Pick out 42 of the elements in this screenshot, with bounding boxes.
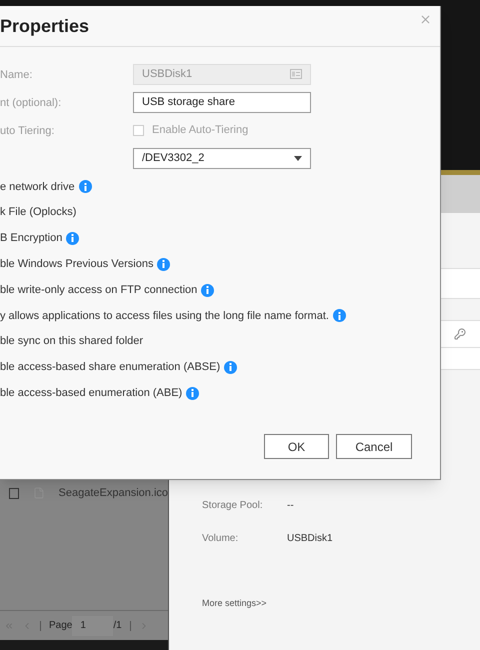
detail-value: USBDisk1 <box>287 532 334 546</box>
dialog-button[interactable]: OK <box>264 434 329 459</box>
field-value: USBDisk1 <box>142 66 194 82</box>
text-field[interactable]: USB storage share <box>133 92 311 112</box>
close-icon[interactable] <box>419 13 432 26</box>
page-total: /1 <box>113 619 122 633</box>
key-icon <box>454 328 466 340</box>
info-icon[interactable] <box>201 284 214 297</box>
option-label: ble write-only access on FTP connection <box>0 282 198 298</box>
option-label: k File (Oplocks) <box>0 205 76 220</box>
option-label: ble sync on this shared folder <box>0 334 144 350</box>
dialog-title: Properties <box>0 14 90 38</box>
option-label: e network drive <box>0 180 75 195</box>
info-icon[interactable] <box>66 232 80 245</box>
option-label: y allows applications to access files using the long file name format. <box>0 308 329 324</box>
detail-label: Volume: <box>202 532 240 546</box>
info-icon[interactable] <box>224 360 238 374</box>
field-label: Name: <box>0 69 32 81</box>
file-name: SeagateExpansion.ico <box>58 486 168 501</box>
page-field[interactable]: 1 <box>72 616 114 636</box>
info-icon[interactable] <box>332 309 346 322</box>
page-label: Page <box>49 619 72 633</box>
info-icon[interactable] <box>186 386 200 400</box>
info-icon[interactable] <box>157 258 170 271</box>
field-label: nt (optional): <box>0 97 62 109</box>
detail-value: -- <box>287 499 295 513</box>
id-card-icon <box>290 69 302 79</box>
file-icon <box>32 486 45 500</box>
caret-icon <box>294 156 302 160</box>
info-icon[interactable] <box>78 180 92 194</box>
option-label: ble access-based share enumeration (ABSE) <box>0 360 220 376</box>
checkbox-label: Enable Auto-Tiering <box>152 122 248 138</box>
option-label: B Encryption <box>0 231 62 246</box>
detail-label: Storage Pool: <box>202 499 264 513</box>
option-label: ble access-based enumeration (ABE) <box>0 386 182 402</box>
option-label: ble Windows Previous Versions <box>0 257 154 272</box>
dialog-button[interactable]: Cancel <box>336 434 412 459</box>
dropdown[interactable]: /DEV3302_2 <box>133 148 311 168</box>
field-label: uto Tiering: <box>0 125 54 137</box>
checkbox[interactable] <box>9 488 19 498</box>
field-value: USB storage share <box>142 94 236 110</box>
more-settings-link[interactable]: More settings>> <box>202 597 480 610</box>
